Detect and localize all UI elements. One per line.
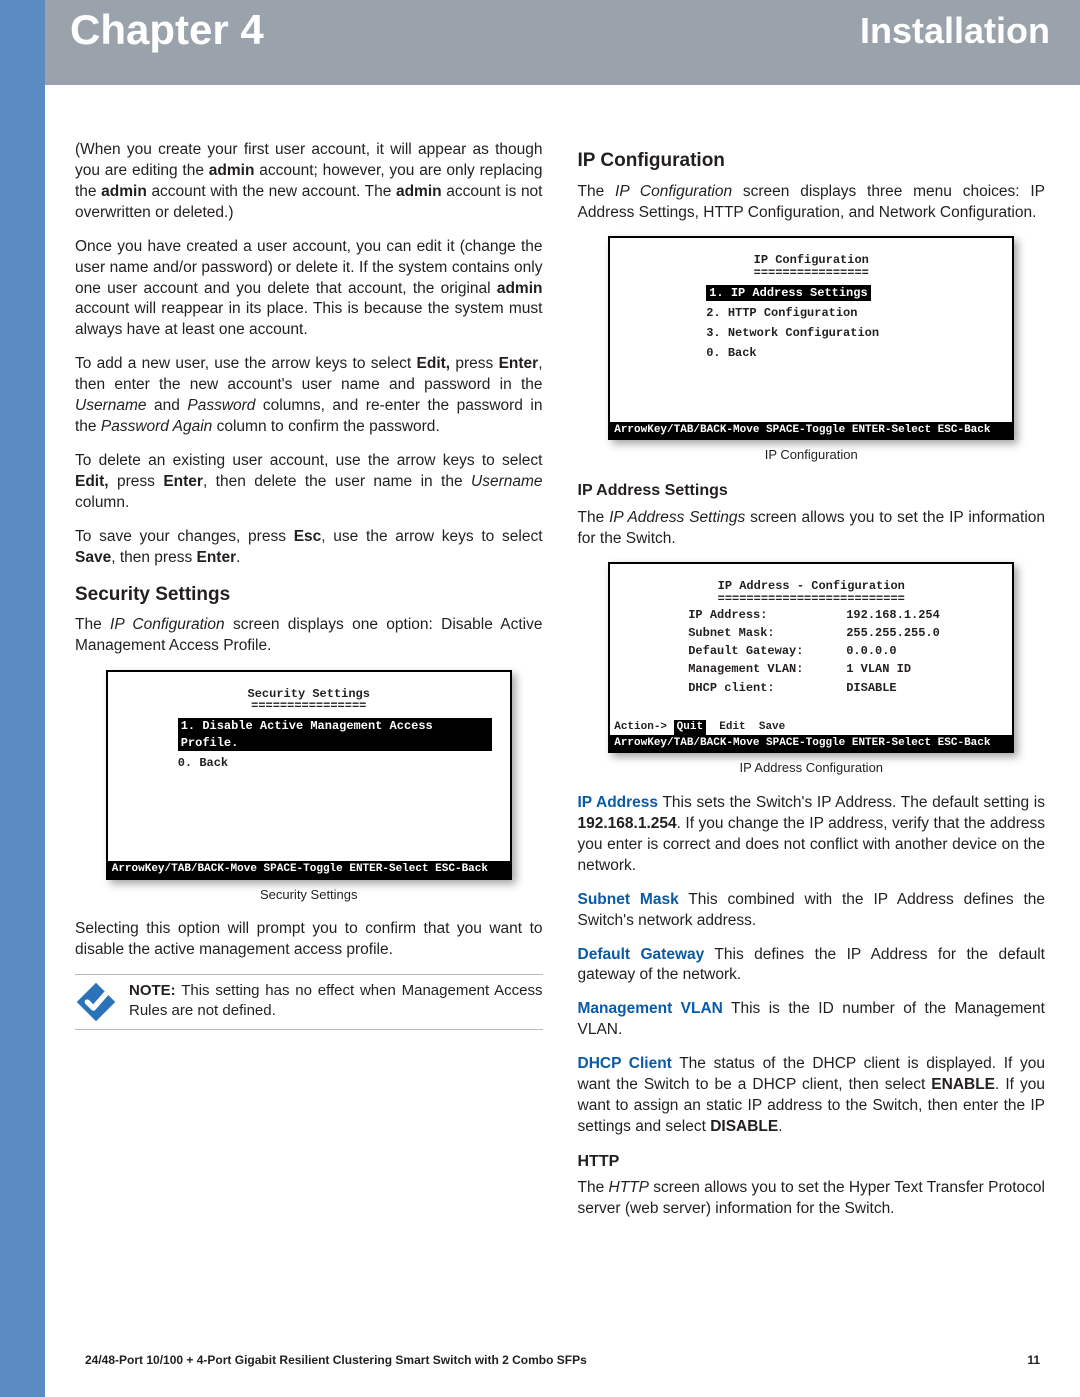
ip-field-label: Subnet Mask:: [688, 625, 846, 641]
console-action-line: Action-> Quit Edit Save: [610, 720, 1012, 735]
heading-http: HTTP: [578, 1151, 1046, 1173]
def-dhcp-client: DHCP Client The status of the DHCP clien…: [578, 1054, 1046, 1138]
console-title-underline: ================: [628, 265, 994, 281]
console-ip-configuration: IP Configuration ================ 1. IP …: [608, 236, 1014, 440]
ip-field-label: IP Address:: [688, 607, 846, 623]
footer-product: 24/48-Port 10/100 + 4-Port Gigabit Resil…: [85, 1353, 587, 1367]
console-item-0: 0. Back: [178, 755, 492, 771]
para-http: The HTTP screen allows you to set the Hy…: [578, 1178, 1046, 1220]
page-header: Chapter 4 Installation: [45, 0, 1080, 85]
para-sec-intro: The IP Configuration screen displays one…: [75, 615, 543, 657]
footer-page-number: 11: [1027, 1353, 1040, 1367]
note-text: NOTE: This setting has no effect when Ma…: [129, 981, 543, 1020]
para-ipcfg: The IP Configuration screen displays thr…: [578, 182, 1046, 224]
console-item-2: 2. HTTP Configuration: [706, 305, 994, 321]
chapter-title: Chapter 4: [70, 6, 264, 54]
para-ipaddr: The IP Address Settings screen allows yo…: [578, 508, 1046, 550]
ip-field-value: DISABLE: [846, 680, 966, 696]
ip-field-label: Management VLAN:: [688, 661, 846, 677]
caption-ip-address-configuration: IP Address Configuration: [578, 759, 1046, 777]
console-ip-grid: IP Address:192.168.1.254Subnet Mask:255.…: [688, 607, 994, 696]
def-subnet-mask: Subnet Mask This combined with the IP Ad…: [578, 890, 1046, 932]
def-management-vlan: Management VLAN This is the ID number of…: [578, 999, 1046, 1041]
heading-ip-configuration: IP Configuration: [578, 148, 1046, 174]
left-margin-bar: [0, 0, 45, 1397]
page-body: (When you create your first user account…: [45, 85, 1080, 1233]
page-footer: 24/48-Port 10/100 + 4-Port Gigabit Resil…: [45, 1353, 1080, 1367]
console-security-settings: Security Settings ================ 1. Di…: [106, 670, 512, 880]
right-column: IP Configuration The IP Configuration sc…: [578, 140, 1046, 1233]
ip-field-value: 0.0.0.0: [846, 643, 966, 659]
heading-security-settings: Security Settings: [75, 582, 543, 608]
ip-field-value: 255.255.255.0: [846, 625, 966, 641]
section-title: Installation: [860, 10, 1050, 52]
ip-field-label: DHCP client:: [688, 680, 846, 696]
note-label: NOTE:: [129, 982, 176, 999]
console-item-1: 1. Disable Active Management Access Prof…: [178, 718, 492, 750]
def-ip-address: IP Address This sets the Switch's IP Add…: [578, 793, 1046, 877]
para-deluser: To delete an existing user account, use …: [75, 451, 543, 514]
caption-security-settings: Security Settings: [75, 886, 543, 904]
console-item-3: 3. Network Configuration: [706, 325, 994, 341]
heading-ip-address-settings: IP Address Settings: [578, 480, 1046, 502]
console-title-underline: ================: [126, 698, 492, 714]
console-item-0: 0. Back: [706, 345, 994, 361]
para-sec-select: Selecting this option will prompt you to…: [75, 919, 543, 961]
para-admin: (When you create your first user account…: [75, 140, 543, 224]
console-instruction-bar: ArrowKey/TAB/BACK-Move SPACE-Toggle ENTE…: [108, 861, 510, 878]
console-ip-address-configuration: IP Address - Configuration =============…: [608, 562, 1014, 753]
ip-field-value: 192.168.1.254: [846, 607, 966, 623]
para-editdel: Once you have created a user account, yo…: [75, 237, 543, 342]
note-body: This setting has no effect when Manageme…: [129, 982, 543, 1019]
console-item-1: 1. IP Address Settings: [706, 285, 870, 301]
ip-field-label: Default Gateway:: [688, 643, 846, 659]
ip-field-value: 1 VLAN ID: [846, 661, 966, 677]
left-column: (When you create your first user account…: [75, 140, 543, 1233]
caption-ip-configuration: IP Configuration: [578, 446, 1046, 464]
console-instruction-bar: ArrowKey/TAB/BACK-Move SPACE-Toggle ENTE…: [610, 422, 1012, 439]
def-default-gateway: Default Gateway This defines the IP Addr…: [578, 945, 1046, 987]
para-addnew: To add a new user, use the arrow keys to…: [75, 354, 543, 438]
para-save: To save your changes, press Esc, use the…: [75, 527, 543, 569]
checkmark-icon: [75, 981, 117, 1023]
note-box: NOTE: This setting has no effect when Ma…: [75, 974, 543, 1030]
console-instruction-bar: ArrowKey/TAB/BACK-Move SPACE-Toggle ENTE…: [610, 735, 1012, 752]
console-title-underline: ==========================: [628, 591, 994, 607]
